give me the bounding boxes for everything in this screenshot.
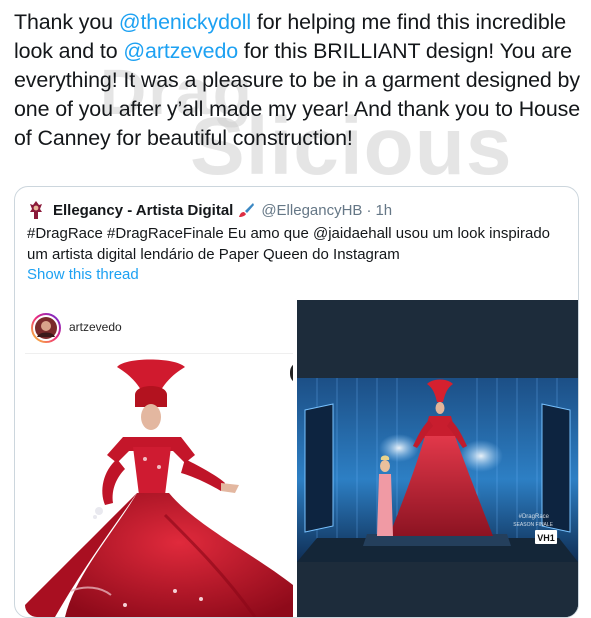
avatar bbox=[31, 313, 61, 343]
tweet-text: Thank you @thenickydoll for helping me f… bbox=[14, 8, 584, 153]
media-image-illustration[interactable]: artzevedo bbox=[25, 305, 293, 617]
separator-dot: · bbox=[366, 201, 372, 219]
quoted-timestamp[interactable]: 1h bbox=[375, 202, 392, 219]
tweet-text-part: Thank you bbox=[14, 10, 119, 34]
media-image-stage-photo[interactable]: #DragRace SEASON FINALE VH1 bbox=[297, 300, 578, 617]
gown-illustration bbox=[25, 359, 293, 617]
paintbrush-icon bbox=[239, 203, 255, 217]
stage-photo: #DragRace SEASON FINALE VH1 bbox=[297, 300, 578, 617]
quoted-tweet-header: Ellegancy - Artista Digital @EllegancyHB… bbox=[27, 199, 392, 221]
quoted-tweet-text: #DragRace #DragRaceFinale Eu amo que @ja… bbox=[27, 225, 551, 263]
broadcast-hashtag: #DragRace bbox=[519, 514, 550, 520]
quoted-author-handle[interactable]: @EllegancyHB bbox=[261, 202, 362, 219]
instagram-username: artzevedo bbox=[69, 320, 122, 334]
mention-link-thenickydoll[interactable]: @thenickydoll bbox=[119, 10, 251, 34]
quoted-tweet-card[interactable]: Ellegancy - Artista Digital @EllegancyHB… bbox=[14, 186, 579, 618]
network-logo: VH1 bbox=[537, 533, 555, 543]
divider bbox=[25, 353, 293, 354]
avatar[interactable] bbox=[27, 200, 45, 220]
quoted-author-name[interactable]: Ellegancy - Artista Digital bbox=[53, 202, 233, 219]
show-thread-link[interactable]: Show this thread bbox=[27, 266, 139, 283]
broadcast-season-text: SEASON FINALE bbox=[513, 522, 553, 528]
mention-link-artzevedo[interactable]: @artzevedo bbox=[123, 39, 238, 63]
